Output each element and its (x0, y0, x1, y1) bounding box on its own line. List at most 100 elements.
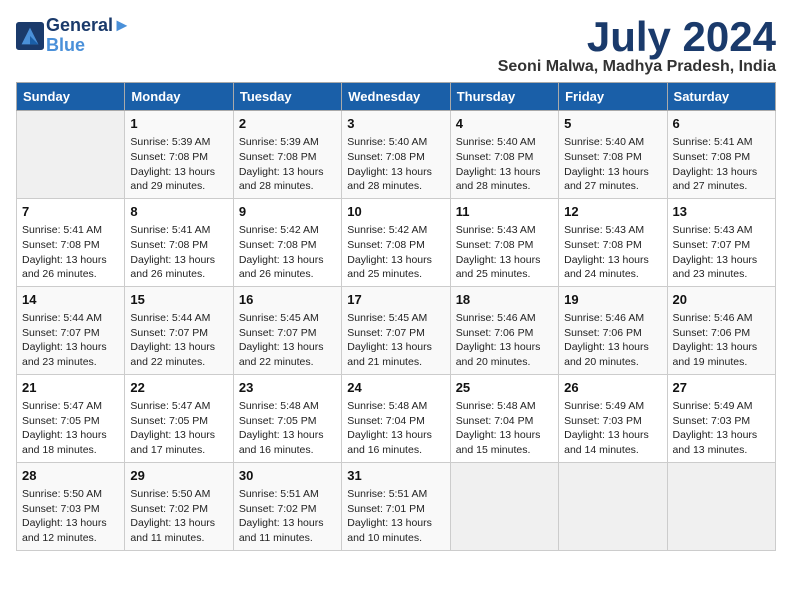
cell-detail: Sunrise: 5:46 AM (564, 311, 661, 326)
day-number: 19 (564, 291, 661, 309)
cell-detail: Sunrise: 5:39 AM (239, 135, 336, 150)
calendar-cell: 4Sunrise: 5:40 AMSunset: 7:08 PMDaylight… (450, 111, 558, 199)
cell-detail: Sunrise: 5:40 AM (347, 135, 444, 150)
cell-detail: Sunset: 7:02 PM (239, 502, 336, 517)
calendar-cell: 7Sunrise: 5:41 AMSunset: 7:08 PMDaylight… (17, 198, 125, 286)
cell-detail: and 26 minutes. (239, 267, 336, 282)
cell-detail: and 18 minutes. (22, 443, 119, 458)
cell-detail: Daylight: 13 hours (22, 253, 119, 268)
cell-detail: Daylight: 13 hours (673, 340, 770, 355)
logo-text: General► Blue (46, 16, 131, 56)
day-number: 1 (130, 115, 227, 133)
calendar-cell: 13Sunrise: 5:43 AMSunset: 7:07 PMDayligh… (667, 198, 775, 286)
cell-detail: Daylight: 13 hours (456, 253, 553, 268)
cell-detail: Sunrise: 5:44 AM (130, 311, 227, 326)
calendar-cell: 22 Sunrise: 5:47 AMSunset: 7:05 PMDayligh… (125, 374, 233, 462)
day-number: 25 (456, 379, 553, 397)
calendar-cell: 2Sunrise: 5:39 AMSunset: 7:08 PMDaylight… (233, 111, 341, 199)
calendar-cell: 26Sunrise: 5:49 AMSunset: 7:03 PMDayligh… (559, 374, 667, 462)
cell-detail: Sunrise: 5:50 AM (130, 487, 227, 502)
cell-detail: Sunset: 7:08 PM (564, 238, 661, 253)
day-number: 15 (130, 291, 227, 309)
cell-detail: and 16 minutes. (239, 443, 336, 458)
column-header-tuesday: Tuesday (233, 83, 341, 111)
calendar-week-row: 7Sunrise: 5:41 AMSunset: 7:08 PMDaylight… (17, 198, 776, 286)
cell-detail: Sunrise: 5:42 AM (239, 223, 336, 238)
cell-detail: and 25 minutes. (347, 267, 444, 282)
day-number: 4 (456, 115, 553, 133)
cell-detail: Daylight: 13 hours (22, 340, 119, 355)
cell-detail: and 16 minutes. (347, 443, 444, 458)
cell-detail: Sunset: 7:06 PM (673, 326, 770, 341)
cell-detail: Sunset: 7:01 PM (347, 502, 444, 517)
calendar-cell: 12Sunrise: 5:43 AMSunset: 7:08 PMDayligh… (559, 198, 667, 286)
cell-detail: Sunset: 7:07 PM (673, 238, 770, 253)
cell-detail: and 11 minutes. (239, 531, 336, 546)
cell-detail: Daylight: 13 hours (130, 340, 227, 355)
cell-detail: Sunset: 7:08 PM (130, 238, 227, 253)
cell-detail: Daylight: 13 hours (130, 165, 227, 180)
cell-detail: Sunset: 7:03 PM (22, 502, 119, 517)
cell-detail: Sunset: 7:05 PM (239, 414, 336, 429)
cell-detail: Sunrise: 5:47 AM (130, 399, 227, 414)
calendar-week-row: 1Sunrise: 5:39 AMSunset: 7:08 PMDaylight… (17, 111, 776, 199)
cell-detail: Sunrise: 5:43 AM (564, 223, 661, 238)
day-number: 17 (347, 291, 444, 309)
cell-detail: and 21 minutes. (347, 355, 444, 370)
cell-detail: Sunset: 7:05 PM (130, 414, 227, 429)
calendar-cell: 15Sunrise: 5:44 AMSunset: 7:07 PMDayligh… (125, 286, 233, 374)
cell-detail: and 22 minutes. (239, 355, 336, 370)
cell-detail: Daylight: 13 hours (347, 428, 444, 443)
cell-detail: Sunrise: 5:46 AM (673, 311, 770, 326)
calendar-cell: 31Sunrise: 5:51 AMSunset: 7:01 PMDayligh… (342, 462, 450, 550)
day-number: 22 (130, 379, 227, 397)
cell-detail: and 20 minutes. (456, 355, 553, 370)
day-number: 24 (347, 379, 444, 397)
cell-detail: Sunset: 7:08 PM (22, 238, 119, 253)
calendar-cell: 21Sunrise: 5:47 AMSunset: 7:05 PMDayligh… (17, 374, 125, 462)
cell-detail: Sunrise: 5:40 AM (456, 135, 553, 150)
cell-detail: Daylight: 13 hours (347, 253, 444, 268)
cell-detail: Daylight: 13 hours (564, 165, 661, 180)
calendar-cell: 18Sunrise: 5:46 AMSunset: 7:06 PMDayligh… (450, 286, 558, 374)
cell-detail: Sunset: 7:05 PM (22, 414, 119, 429)
cell-detail: Daylight: 13 hours (239, 340, 336, 355)
cell-detail: and 23 minutes. (673, 267, 770, 282)
cell-detail: Sunset: 7:06 PM (564, 326, 661, 341)
cell-detail: and 20 minutes. (564, 355, 661, 370)
cell-detail: Sunset: 7:08 PM (347, 150, 444, 165)
calendar-cell: 17Sunrise: 5:45 AMSunset: 7:07 PMDayligh… (342, 286, 450, 374)
cell-detail: and 22 minutes. (130, 355, 227, 370)
calendar-cell: 9Sunrise: 5:42 AMSunset: 7:08 PMDaylight… (233, 198, 341, 286)
cell-detail: Sunrise: 5:51 AM (239, 487, 336, 502)
cell-detail: Daylight: 13 hours (22, 516, 119, 531)
calendar-week-row: 14Sunrise: 5:44 AMSunset: 7:07 PMDayligh… (17, 286, 776, 374)
calendar-cell: 20Sunrise: 5:46 AMSunset: 7:06 PMDayligh… (667, 286, 775, 374)
cell-detail: Sunset: 7:07 PM (239, 326, 336, 341)
cell-detail: Daylight: 13 hours (239, 165, 336, 180)
title-area: July 2024 Seoni Malwa, Madhya Pradesh, I… (498, 16, 776, 76)
cell-detail: Sunset: 7:08 PM (456, 150, 553, 165)
calendar-cell: 19Sunrise: 5:46 AMSunset: 7:06 PMDayligh… (559, 286, 667, 374)
header: General► Blue July 2024 Seoni Malwa, Mad… (16, 16, 776, 76)
cell-detail: Sunrise: 5:41 AM (673, 135, 770, 150)
calendar-cell (559, 462, 667, 550)
day-number: 26 (564, 379, 661, 397)
cell-detail: Daylight: 13 hours (456, 340, 553, 355)
day-number: 16 (239, 291, 336, 309)
column-header-friday: Friday (559, 83, 667, 111)
cell-detail: Sunrise: 5:46 AM (456, 311, 553, 326)
cell-detail: and 24 minutes. (564, 267, 661, 282)
cell-detail: and 27 minutes. (673, 179, 770, 194)
day-number: 30 (239, 467, 336, 485)
cell-detail: Sunset: 7:08 PM (564, 150, 661, 165)
day-number: 28 (22, 467, 119, 485)
cell-detail: Daylight: 13 hours (673, 165, 770, 180)
column-header-sunday: Sunday (17, 83, 125, 111)
cell-detail: Daylight: 13 hours (130, 428, 227, 443)
cell-detail: and 26 minutes. (130, 267, 227, 282)
day-number: 10 (347, 203, 444, 221)
calendar-cell: 30Sunrise: 5:51 AMSunset: 7:02 PMDayligh… (233, 462, 341, 550)
calendar-header-row: SundayMondayTuesdayWednesdayThursdayFrid… (17, 83, 776, 111)
cell-detail: Sunset: 7:08 PM (239, 238, 336, 253)
